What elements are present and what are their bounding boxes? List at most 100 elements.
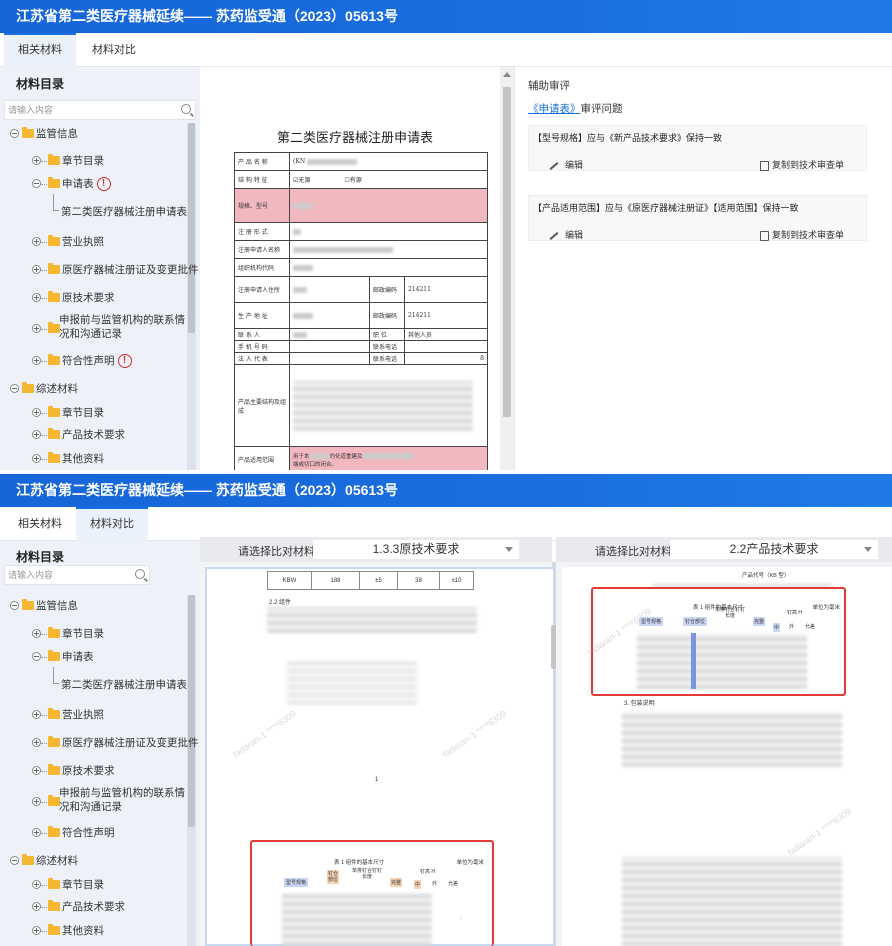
- application-link[interactable]: 《申请表》: [528, 103, 581, 115]
- window-title: 江苏省第二类医疗器械延续—— 苏药监受通（2023）05613号: [0, 474, 892, 507]
- expand-icon[interactable]: [32, 265, 41, 274]
- expand-icon[interactable]: [32, 828, 41, 837]
- left-page-scroll-thumb[interactable]: [551, 625, 556, 669]
- tree-item-application-form[interactable]: 第二类医疗器械注册申请表: [61, 675, 187, 695]
- folder-icon: [22, 127, 34, 138]
- tree-label: 监管信息: [36, 600, 78, 612]
- left-size-row: KBW 188 ±5 38 ±10: [267, 571, 474, 590]
- scroll-thumb[interactable]: [503, 87, 511, 417]
- tree-item-license[interactable]: 营业执照: [32, 232, 104, 252]
- tree-item-license[interactable]: 营业执照: [32, 705, 104, 725]
- tree-group-summary[interactable]: 综述材料: [10, 379, 78, 399]
- tree-item-chapter2[interactable]: 章节目录: [32, 403, 104, 423]
- scroll-thumb[interactable]: [188, 123, 195, 333]
- tab-related-materials[interactable]: 相关材料: [4, 507, 76, 541]
- pencil-icon: [549, 161, 559, 170]
- tree-item-application[interactable]: 申请表!: [32, 174, 111, 194]
- expand-icon[interactable]: [32, 902, 41, 911]
- tree-label: 其他资料: [62, 453, 104, 465]
- review-sub-text: 审评问题: [580, 103, 623, 115]
- tree-label: 申报前与监管机构的联系情: [59, 787, 185, 799]
- expand-icon[interactable]: [32, 356, 41, 365]
- expand-icon[interactable]: [32, 430, 41, 439]
- scroll-thumb[interactable]: [188, 595, 195, 827]
- tree-item-cert[interactable]: 原医疗器械注册证及变更批件: [32, 733, 199, 753]
- folder-icon: [48, 428, 60, 439]
- expand-icon[interactable]: [32, 738, 41, 747]
- search-icon[interactable]: [135, 569, 145, 579]
- scroll-up-icon[interactable]: [503, 72, 511, 77]
- tree-item-application[interactable]: 申请表: [32, 647, 94, 667]
- folder-icon: [48, 878, 60, 889]
- tree-item-orig-req[interactable]: 原技术要求: [32, 288, 115, 308]
- search-input[interactable]: 请输入内容: [4, 100, 196, 120]
- tree-item-other[interactable]: 其他资料: [32, 921, 104, 941]
- folder-icon: [48, 235, 60, 246]
- expand-icon[interactable]: [32, 324, 41, 333]
- expand-icon[interactable]: [32, 237, 41, 246]
- chevron-down-icon: [864, 547, 872, 552]
- compare-left-header: 请选择比对材料 1.3.3原技术要求: [200, 537, 552, 562]
- tab-related-materials[interactable]: 相关材料: [4, 33, 76, 67]
- tree-item-product-req[interactable]: 产品技术要求: [32, 897, 125, 917]
- sidebar-scrollbar[interactable]: [187, 123, 196, 470]
- collapse-icon[interactable]: [10, 856, 19, 865]
- tree-label: 章节目录: [62, 155, 104, 167]
- tree-item-other[interactable]: 其他资料: [32, 449, 104, 469]
- tree-item-cert[interactable]: 原医疗器械注册证及变更批件: [32, 260, 199, 280]
- right-highlight-box: 表 1 组件的基本尺寸 单位为毫米 型号规格 钉仓部位 单排钉合钉钉长度 完整 …: [591, 587, 846, 696]
- tree-item-chapter[interactable]: 章节目录: [32, 151, 104, 171]
- expand-icon[interactable]: [32, 629, 41, 638]
- copy-to-sheet-button[interactable]: 复制到技术审查单: [759, 228, 844, 241]
- compare-right-select[interactable]: 2.2产品技术要求: [670, 540, 878, 559]
- search-icon[interactable]: [181, 104, 191, 114]
- document-scrollbar[interactable]: [500, 67, 514, 470]
- tree-item-application-form[interactable]: 第二类医疗器械注册申请表: [61, 202, 187, 222]
- tree-group-regulatory[interactable]: 监管信息: [10, 124, 78, 144]
- tree-label: 符合性声明: [62, 355, 115, 367]
- tab-material-compare[interactable]: 材料对比: [76, 507, 148, 541]
- tree-item-orig-req[interactable]: 原技术要求: [32, 761, 115, 781]
- tab-bar: 相关材料 材料对比: [0, 33, 892, 67]
- tab-material-compare[interactable]: 材料对比: [78, 33, 150, 67]
- tab-bar: 相关材料 材料对比: [0, 507, 892, 541]
- tree-item-chapter[interactable]: 章节目录: [32, 624, 104, 644]
- compare-left-select[interactable]: 1.3.3原技术要求: [313, 540, 519, 559]
- expand-icon[interactable]: [32, 454, 41, 463]
- collapse-icon[interactable]: [10, 129, 19, 138]
- collapse-icon[interactable]: [10, 601, 19, 610]
- tree-item-product-req[interactable]: 产品技术要求: [32, 425, 125, 445]
- sidebar-scrollbar[interactable]: [187, 595, 196, 946]
- expand-icon[interactable]: [32, 797, 41, 806]
- review-header: 辅助审评: [528, 80, 570, 92]
- section-heading: 2.2 组件: [269, 600, 292, 606]
- tree-label: 产品技术要求: [62, 901, 125, 913]
- sidebar-title: 材料目录: [16, 77, 65, 91]
- folder-icon: [48, 650, 60, 661]
- expand-icon[interactable]: [32, 293, 41, 302]
- folder-icon: [22, 382, 34, 393]
- expand-icon[interactable]: [32, 710, 41, 719]
- copy-to-sheet-button[interactable]: 复制到技术审查单: [759, 158, 844, 171]
- tree-label: 符合性声明: [62, 827, 115, 839]
- tree-item-chapter2[interactable]: 章节目录: [32, 875, 104, 895]
- folder-icon: [48, 177, 60, 188]
- tree-item-declaration[interactable]: 符合性声明: [32, 823, 115, 843]
- chevron-down-icon: [505, 547, 513, 552]
- expand-icon[interactable]: [32, 408, 41, 417]
- compare-right-header: 请选择比对材料 2.2产品技术要求: [556, 537, 892, 562]
- collapse-icon[interactable]: [10, 384, 19, 393]
- expand-icon[interactable]: [32, 926, 41, 935]
- expand-icon[interactable]: [32, 156, 41, 165]
- expand-icon[interactable]: [32, 766, 41, 775]
- tree-item-declaration[interactable]: 符合性声明!: [32, 351, 132, 371]
- tree-group-regulatory[interactable]: 监管信息: [10, 596, 78, 616]
- tree-group-summary[interactable]: 综述材料: [10, 851, 78, 871]
- search-input[interactable]: 请输入内容: [4, 565, 150, 585]
- collapse-icon[interactable]: [32, 652, 41, 661]
- tree-label: 监管信息: [36, 128, 78, 140]
- expand-icon[interactable]: [32, 880, 41, 889]
- edit-button[interactable]: 编辑: [549, 158, 583, 171]
- edit-button[interactable]: 编辑: [549, 228, 583, 241]
- collapse-icon[interactable]: [32, 179, 41, 188]
